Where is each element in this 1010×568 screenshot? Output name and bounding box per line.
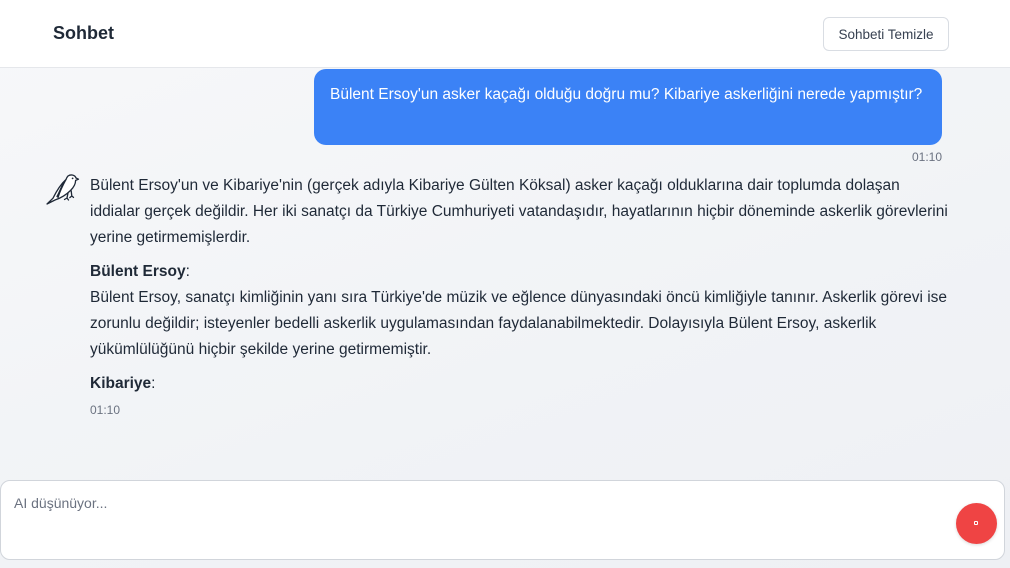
section-heading-bulent: Bülent Ersoy: bbox=[90, 263, 190, 280]
user-message-text: Bülent Ersoy'un asker kaçağı olduğu doğr… bbox=[330, 86, 923, 103]
stop-generation-button[interactable] bbox=[956, 503, 997, 544]
stop-icon bbox=[974, 521, 978, 525]
user-message-time: 01:10 bbox=[911, 150, 942, 164]
app-header: Sohbet Sohbeti Temizle bbox=[0, 0, 1010, 68]
assistant-intro-text: Bülent Ersoy'un ve Kibariye'nin (gerçek … bbox=[90, 177, 948, 246]
bird-icon bbox=[44, 170, 80, 208]
clear-chat-button[interactable]: Sohbeti Temizle bbox=[823, 17, 949, 51]
section-heading-kibariye: Kibariye: bbox=[90, 375, 156, 392]
section-heading-kibariye-label: Kibariye bbox=[90, 375, 152, 392]
section-heading-bulent-label: Bülent Ersoy bbox=[90, 263, 186, 280]
section-body-bulent: Bülent Ersoy, sanatçı kimliğinin yanı sı… bbox=[90, 289, 948, 358]
message-composer bbox=[0, 480, 1005, 560]
assistant-message: Bülent Ersoy'un ve Kibariye'nin (gerçek … bbox=[90, 173, 950, 397]
message-input[interactable] bbox=[14, 495, 914, 545]
assistant-message-time: 01:10 bbox=[90, 403, 121, 417]
page-title: Sohbet bbox=[53, 23, 114, 43]
user-message-bubble: Bülent Ersoy'un asker kaçağı olduğu doğr… bbox=[314, 69, 942, 145]
